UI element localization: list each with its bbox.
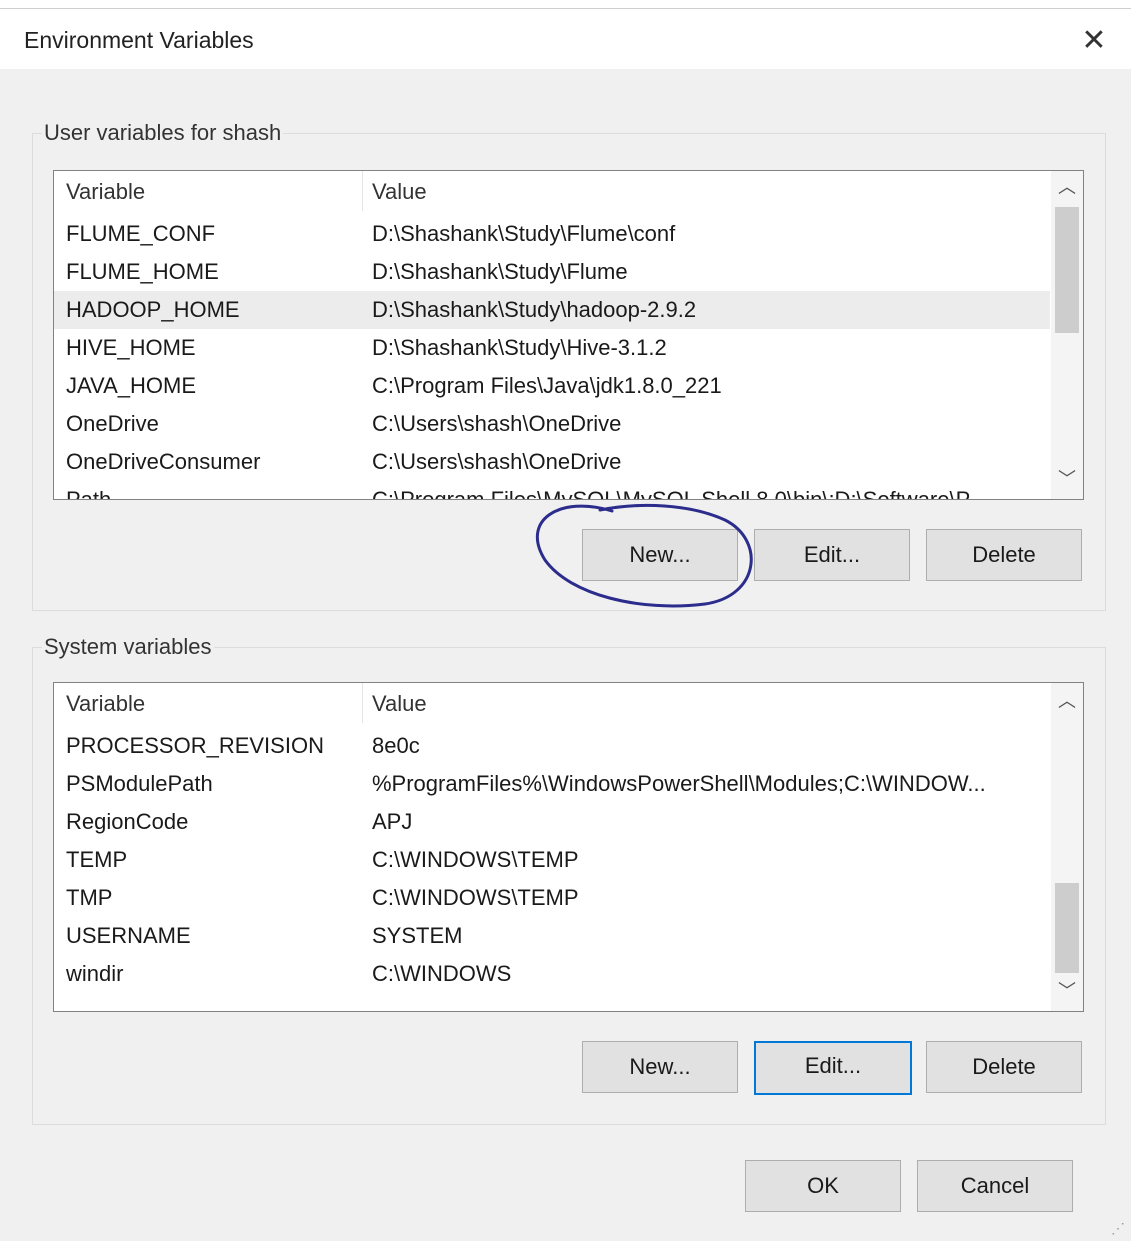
value-cell: C:\Users\shash\OneDrive xyxy=(372,411,622,436)
table-row[interactable]: windir C:\WINDOWS xyxy=(54,955,1050,993)
value-cell: C:\WINDOWS\TEMP xyxy=(372,847,579,872)
system-delete-button[interactable]: Delete xyxy=(926,1041,1082,1093)
chevron-down-icon[interactable]: ﹀ xyxy=(1051,977,1083,1005)
variable-cell: FLUME_CONF xyxy=(66,221,216,246)
value-cell: D:\Shashank\Study\hadoop-2.9.2 xyxy=(372,297,697,322)
table-row[interactable]: FLUME_CONF D:\Shashank\Study\Flume\conf xyxy=(54,215,1050,253)
column-divider xyxy=(362,683,363,723)
table-row[interactable]: USERNAME SYSTEM xyxy=(54,917,1050,955)
value-cell: C:\WINDOWS\TEMP xyxy=(372,885,579,910)
variable-cell: USERNAME xyxy=(66,923,191,948)
chevron-up-icon[interactable]: ︿ xyxy=(1051,687,1083,715)
variable-cell: windir xyxy=(66,961,124,986)
list-header: Variable Value xyxy=(54,171,1050,211)
scrollbar-thumb[interactable] xyxy=(1055,883,1079,973)
scrollbar[interactable]: ︿ ﹀ xyxy=(1051,683,1083,1011)
system-variables-list[interactable]: Variable Value PROCESSOR_REVISION 8e0c PSM… xyxy=(53,682,1084,1012)
variable-cell: RegionCode xyxy=(66,809,189,834)
variable-cell: JAVA_HOME xyxy=(66,373,196,398)
user-new-button[interactable]: New... xyxy=(582,529,738,581)
column-variable[interactable]: Variable xyxy=(66,179,145,205)
value-cell: C:\Program Files\MySQL\MySQL Shell 8.0\b… xyxy=(372,487,986,500)
variable-cell: HIVE_HOME xyxy=(66,335,196,360)
chevron-down-icon[interactable]: ﹀ xyxy=(1051,465,1083,493)
system-variables-label: System variables xyxy=(42,634,214,660)
variable-cell: Path xyxy=(66,487,112,500)
variable-cell: PSModulePath xyxy=(66,771,213,796)
ok-button[interactable]: OK xyxy=(745,1160,901,1212)
list-header: Variable Value xyxy=(54,683,1050,723)
table-row[interactable]: OneDriveConsumer C:\Users\shash\OneDrive xyxy=(54,443,1050,481)
table-row[interactable]: JAVA_HOME C:\Program Files\Java\jdk1.8.0_… xyxy=(54,367,1050,405)
scrollbar[interactable]: ︿ ﹀ xyxy=(1051,171,1083,499)
close-icon[interactable]: ✕ xyxy=(1066,21,1122,61)
value-cell: C:\WINDOWS xyxy=(372,961,512,986)
table-row[interactable]: RegionCode APJ xyxy=(54,803,1050,841)
value-cell: %ProgramFiles%\WindowsPowerShell\Modules… xyxy=(372,771,986,796)
system-new-button[interactable]: New... xyxy=(582,1041,738,1093)
user-delete-button[interactable]: Delete xyxy=(926,529,1082,581)
user-variables-label: User variables for shash xyxy=(42,120,284,146)
variable-cell: PROCESSOR_REVISION xyxy=(66,733,324,758)
table-row[interactable]: PSModulePath %ProgramFiles%\WindowsPowerS… xyxy=(54,765,1050,803)
value-cell: 8e0c xyxy=(372,733,420,758)
scrollbar-thumb[interactable] xyxy=(1055,207,1079,333)
window-title: Environment Variables xyxy=(24,27,254,53)
variable-cell: TEMP xyxy=(66,847,128,872)
variable-cell: FLUME_HOME xyxy=(66,259,219,284)
value-cell: D:\Shashank\Study\Flume\conf xyxy=(372,221,676,246)
variable-cell: OneDriveConsumer xyxy=(66,449,261,474)
value-cell: APJ xyxy=(372,809,413,834)
variable-cell: OneDrive xyxy=(66,411,159,436)
user-variables-list[interactable]: Variable Value FLUME_CONF D:\Shashank\Stu… xyxy=(53,170,1084,500)
table-row[interactable]: Path C:\Program Files\MySQL\MySQL Shell 8… xyxy=(54,481,1050,500)
value-cell: D:\Shashank\Study\Flume xyxy=(372,259,628,284)
value-cell: SYSTEM xyxy=(372,923,463,948)
title-bar: Environment Variables ✕ xyxy=(0,9,1131,69)
column-value[interactable]: Value xyxy=(372,691,427,717)
variable-cell: HADOOP_HOME xyxy=(66,297,240,322)
table-row[interactable]: FLUME_HOME D:\Shashank\Study\Flume xyxy=(54,253,1050,291)
value-cell: C:\Users\shash\OneDrive xyxy=(372,449,622,474)
table-row[interactable]: PROCESSOR_REVISION 8e0c xyxy=(54,727,1050,765)
resize-grip-icon[interactable]: ⋰ xyxy=(1111,1220,1125,1237)
variable-cell: TMP xyxy=(66,885,113,910)
column-value[interactable]: Value xyxy=(372,179,427,205)
table-row[interactable]: OneDrive C:\Users\shash\OneDrive xyxy=(54,405,1050,443)
column-variable[interactable]: Variable xyxy=(66,691,145,717)
system-edit-button[interactable]: Edit... xyxy=(754,1041,912,1095)
table-row[interactable]: TEMP C:\WINDOWS\TEMP xyxy=(54,841,1050,879)
cancel-button[interactable]: Cancel xyxy=(917,1160,1073,1212)
chevron-up-icon[interactable]: ︿ xyxy=(1051,173,1083,201)
table-row[interactable]: TMP C:\WINDOWS\TEMP xyxy=(54,879,1050,917)
value-cell: D:\Shashank\Study\Hive-3.1.2 xyxy=(372,335,667,360)
window-top-edge xyxy=(0,0,1131,9)
user-edit-button[interactable]: Edit... xyxy=(754,529,910,581)
table-row[interactable]: HIVE_HOME D:\Shashank\Study\Hive-3.1.2 xyxy=(54,329,1050,367)
value-cell: C:\Program Files\Java\jdk1.8.0_221 xyxy=(372,373,722,398)
table-row[interactable]: HADOOP_HOME D:\Shashank\Study\hadoop-2.9.… xyxy=(54,291,1050,329)
column-divider xyxy=(362,171,363,211)
